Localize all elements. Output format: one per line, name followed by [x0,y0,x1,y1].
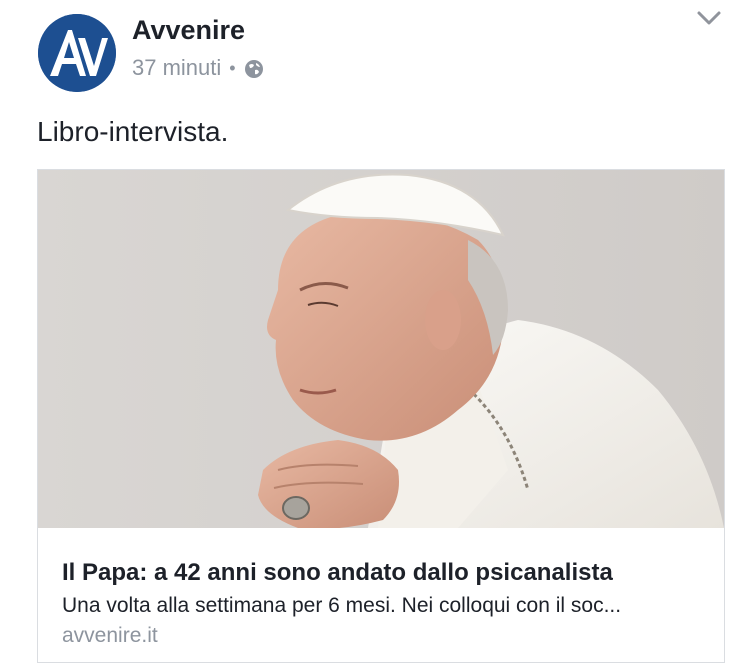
avvenire-logo [38,14,116,92]
post-message: Libro-intervista. [37,116,229,147]
link-title[interactable]: Il Papa: a 42 anni sono andato dallo psi… [62,558,613,588]
link-domain: avvenire.it [62,624,158,647]
page-avatar[interactable] [38,14,116,92]
post-timestamp[interactable]: 37 minuti [132,54,221,82]
link-description: Una volta alla settimana per 6 mesi. Nei… [62,594,622,617]
feed-post: Avvenire 37 minuti • Libro-intervista. I… [0,0,750,667]
page-name-link[interactable]: Avvenire [132,14,245,46]
link-preview-image[interactable] [38,170,724,528]
chevron-down-icon[interactable] [696,8,722,28]
globe-icon [244,58,264,78]
link-preview-body[interactable]: Il Papa: a 42 anni sono andato dallo psi… [38,528,724,662]
link-preview-card[interactable]: Il Papa: a 42 anni sono andato dallo psi… [37,169,725,663]
post-meta: 37 minuti • [132,54,264,82]
meta-separator: • [229,58,236,78]
